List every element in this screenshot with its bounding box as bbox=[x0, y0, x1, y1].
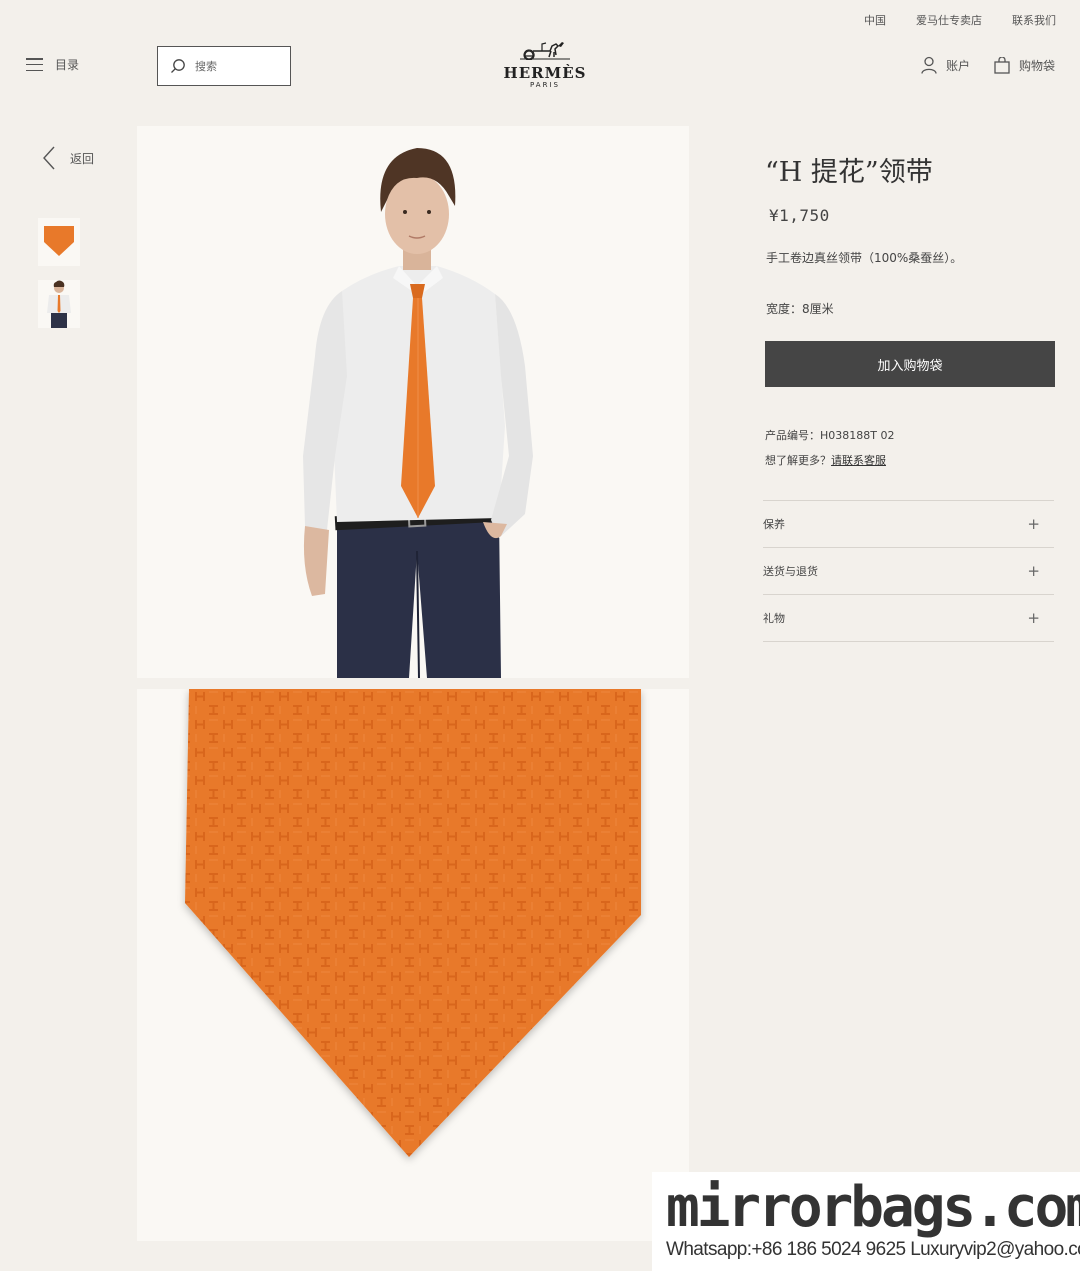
accordion-care-label: 保养 bbox=[763, 518, 785, 531]
model-wearing-tie-image bbox=[303, 148, 533, 678]
add-to-bag-button[interactable]: 加入购物袋 bbox=[765, 341, 1055, 387]
logo-wordmark: HERMÈS bbox=[503, 64, 587, 82]
account-button[interactable]: 账户 bbox=[921, 56, 970, 74]
product-price: ¥1,750 bbox=[769, 206, 830, 225]
menu-button[interactable]: 目录 bbox=[26, 56, 79, 73]
thumbnail-tie[interactable] bbox=[38, 218, 80, 266]
back-link[interactable]: 返回 bbox=[42, 146, 94, 170]
hermes-logo[interactable]: HERMÈS PARIS bbox=[502, 40, 588, 89]
plus-icon: + bbox=[1027, 515, 1040, 533]
product-image-detail bbox=[137, 689, 689, 1241]
utility-link-country[interactable]: 中国 bbox=[864, 12, 886, 28]
model-thumbnail-image bbox=[47, 280, 71, 328]
accordion-gift-label: 礼物 bbox=[763, 612, 785, 625]
product-accordion: 保养 + 送货与退货 + 礼物 + bbox=[763, 500, 1054, 642]
menu-label: 目录 bbox=[55, 58, 80, 72]
header-actions: 账户 购物袋 bbox=[921, 56, 1055, 74]
logo-city: PARIS bbox=[530, 81, 560, 89]
product-title: “H 提花”领带 bbox=[765, 157, 933, 188]
contact-line: 想了解更多？请联系客服 bbox=[765, 452, 886, 468]
chevron-left-icon bbox=[43, 146, 55, 170]
watermark-contact: Whatsapp:+86 186 5024 9625 Luxuryvip2@ya… bbox=[666, 1239, 1080, 1260]
search-icon bbox=[171, 59, 185, 73]
user-icon bbox=[921, 56, 937, 74]
thumbnail-model[interactable] bbox=[38, 280, 80, 328]
product-image-model bbox=[137, 126, 689, 678]
more-question: 想了解更多？ bbox=[765, 454, 831, 467]
account-label: 账户 bbox=[945, 58, 970, 73]
search-box[interactable] bbox=[157, 46, 291, 86]
watermark-site: mirrorbags.com bbox=[666, 1175, 1080, 1240]
accordion-gift[interactable]: 礼物 + bbox=[763, 595, 1054, 642]
tie-thumbnail-image bbox=[44, 226, 74, 256]
back-label: 返回 bbox=[70, 151, 95, 166]
product-description: 手工卷边真丝领带（100%桑蚕丝）。 bbox=[766, 251, 963, 265]
bag-label: 购物袋 bbox=[1018, 58, 1055, 73]
watermark: mirrorbags.com Whatsapp:+86 186 5024 962… bbox=[652, 1172, 1080, 1271]
product-reference: 产品编号：H038188T 02 bbox=[765, 429, 895, 442]
horse-carriage-icon bbox=[520, 42, 570, 61]
utility-links: 中国 爱马仕专卖店 联系我们 bbox=[864, 12, 1056, 28]
product-width: 宽度：8厘米 bbox=[766, 302, 834, 316]
bag-button[interactable]: 购物袋 bbox=[994, 56, 1055, 74]
accordion-delivery-label: 送货与退货 bbox=[763, 565, 818, 578]
utility-link-stores[interactable]: 爱马仕专卖店 bbox=[916, 12, 982, 28]
utility-link-contact[interactable]: 联系我们 bbox=[1012, 12, 1056, 28]
hamburger-icon bbox=[26, 58, 43, 71]
contact-service-link[interactable]: 请联系客服 bbox=[831, 454, 886, 467]
shopping-bag-icon bbox=[994, 56, 1010, 74]
site-header: 中国 爱马仕专卖店 联系我们 目录 HERMÈS PARIS bbox=[0, 0, 1080, 102]
search-input[interactable] bbox=[195, 59, 275, 73]
accordion-care[interactable]: 保养 + bbox=[763, 501, 1054, 548]
plus-icon: + bbox=[1027, 562, 1040, 580]
accordion-delivery[interactable]: 送货与退货 + bbox=[763, 548, 1054, 595]
tie-fabric-detail-image bbox=[185, 689, 641, 1157]
plus-icon: + bbox=[1027, 609, 1040, 627]
